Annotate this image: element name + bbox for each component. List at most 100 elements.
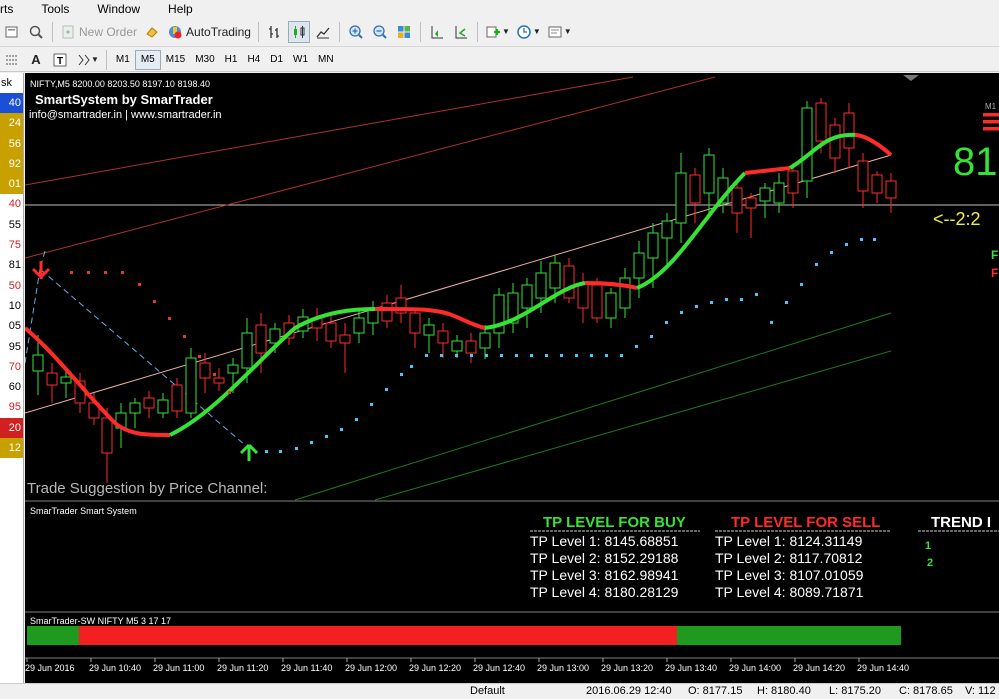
timeframe-m15[interactable]: M15 bbox=[161, 50, 190, 70]
timeframe-m1[interactable]: M1 bbox=[111, 50, 135, 70]
market-watch-row[interactable]: 55 bbox=[0, 215, 23, 235]
buy-stop-dot bbox=[860, 238, 863, 241]
market-watch-row[interactable]: 24 bbox=[0, 113, 23, 134]
candle-body bbox=[199, 362, 211, 379]
market-watch-row[interactable]: 20 bbox=[0, 417, 23, 439]
candle-body bbox=[563, 265, 575, 299]
timeframe-mn[interactable]: MN bbox=[313, 50, 339, 70]
market-watch-row[interactable]: 56 bbox=[0, 133, 23, 154]
menu-window[interactable]: Window bbox=[97, 2, 140, 16]
symbol-header: NIFTY,M5 8200.00 8203.50 8197.10 8198.40 bbox=[30, 79, 210, 89]
chart-shift-icon[interactable] bbox=[426, 21, 448, 43]
new-order-button[interactable]: New Order bbox=[58, 21, 139, 43]
sell-tp-level: TP Level 2: 8117.70812 bbox=[715, 550, 863, 566]
chart-window[interactable]: NIFTY,M5 8200.00 8203.50 8197.10 8198.40… bbox=[25, 73, 999, 683]
market-watch-row[interactable]: 50 bbox=[0, 276, 23, 296]
meta-editor-icon[interactable] bbox=[141, 21, 163, 43]
menu-tools[interactable]: Tools bbox=[41, 2, 69, 16]
buy-tp-level: TP Level 1: 8145.68851 bbox=[530, 533, 679, 549]
buy-stop-dot bbox=[635, 345, 638, 348]
x-axis-label: 29 Jun 12:20 bbox=[409, 663, 461, 673]
timeframe-m30[interactable]: M30 bbox=[190, 50, 219, 70]
candle-body bbox=[759, 187, 771, 202]
candle-body bbox=[549, 262, 561, 289]
candle-body bbox=[437, 330, 449, 344]
buy-stop-dot bbox=[873, 238, 876, 241]
timeframe-w1[interactable]: W1 bbox=[288, 50, 313, 70]
x-axis-label: 29 Jun 2016 bbox=[25, 663, 75, 673]
market-watch-row[interactable]: 40 bbox=[0, 93, 23, 114]
market-watch-row[interactable]: 01 bbox=[0, 174, 23, 195]
menu-help[interactable]: Help bbox=[168, 2, 193, 16]
text-label-icon[interactable]: T bbox=[49, 49, 71, 71]
text-tool-icon[interactable]: A bbox=[25, 49, 47, 71]
market-watch-row[interactable]: 95 bbox=[0, 397, 23, 417]
buy-stop-dot bbox=[665, 321, 668, 324]
fibonacci-icon[interactable] bbox=[1, 49, 23, 71]
drawing-toolbar: A T ▼ M1 M5 M15 M30 H1 H4 D1 W1 MN bbox=[0, 48, 999, 72]
candle-body bbox=[129, 402, 141, 414]
buy-stop-dot bbox=[545, 354, 548, 357]
market-watch-row[interactable]: 95 bbox=[0, 337, 23, 357]
buy-stop-dot bbox=[530, 354, 533, 357]
candle-body bbox=[213, 377, 225, 384]
timeframe-m5[interactable]: M5 bbox=[134, 49, 161, 70]
zoom-search-icon[interactable] bbox=[25, 21, 47, 43]
market-watch-row[interactable]: 70 bbox=[0, 357, 23, 377]
candlestick-icon[interactable] bbox=[287, 20, 310, 43]
candle-body bbox=[885, 180, 897, 199]
menu-charts[interactable]: rts bbox=[0, 2, 13, 16]
buy-stop-dot bbox=[325, 435, 328, 438]
buy-tp-header: TP LEVEL FOR BUY bbox=[543, 514, 686, 531]
indicators-icon[interactable]: ▼ bbox=[483, 21, 512, 43]
x-axis-label: 29 Jun 11:00 bbox=[153, 663, 204, 673]
candle-body bbox=[171, 384, 183, 412]
buy-tp-level: TP Level 4: 8180.28129 bbox=[530, 584, 679, 600]
market-watch-row[interactable]: 05 bbox=[0, 316, 23, 336]
buy-tp-level: TP Level 2: 8152.29188 bbox=[530, 550, 679, 566]
autotrading-label: AutoTrading bbox=[186, 24, 251, 39]
status-close: C: 8178.65 bbox=[899, 685, 953, 697]
zoom-in-icon[interactable] bbox=[345, 21, 367, 43]
templates-icon[interactable]: ▼ bbox=[545, 21, 574, 43]
subwindow1-title: SmarTrader Smart System bbox=[30, 506, 137, 516]
candle-body bbox=[633, 252, 645, 279]
tile-windows-icon[interactable] bbox=[393, 21, 415, 43]
market-watch-row[interactable]: 81 bbox=[0, 255, 23, 275]
market-watch-row[interactable]: 40 bbox=[0, 194, 23, 214]
candle-body bbox=[325, 322, 337, 342]
line-chart-icon[interactable] bbox=[312, 21, 334, 43]
menu-bars-icon bbox=[983, 113, 999, 131]
buy-stop-dot bbox=[560, 354, 563, 357]
timeframe-h4[interactable]: H4 bbox=[242, 50, 265, 70]
sell-stop-dot bbox=[213, 373, 216, 376]
candle-body bbox=[675, 172, 687, 224]
arrows-icon[interactable]: ▼ bbox=[73, 49, 101, 71]
right-signal-green: F bbox=[991, 248, 998, 262]
market-watch-row[interactable]: 75 bbox=[0, 235, 23, 255]
autotrading-button[interactable]: AutoTrading bbox=[165, 21, 253, 43]
buy-stop-dot bbox=[815, 263, 818, 266]
market-watch-row[interactable]: 12 bbox=[0, 438, 23, 459]
profiles-icon[interactable] bbox=[1, 21, 23, 43]
candle-body bbox=[353, 317, 365, 334]
market-watch-panel: sk 40 24 56 92 01 40 55 75 81 50 10 05 95 70 60 95 20 12 bbox=[0, 73, 24, 683]
periods-clock-icon[interactable]: ▼ bbox=[514, 21, 543, 43]
buy-stop-dot bbox=[770, 321, 773, 324]
bar-chart-icon[interactable] bbox=[264, 21, 286, 43]
price-chart[interactable]: NIFTY,M5 8200.00 8203.50 8197.10 8198.40… bbox=[25, 73, 999, 683]
candle-body bbox=[871, 174, 883, 194]
sell-stop-dot bbox=[198, 355, 201, 358]
zoom-out-icon[interactable] bbox=[369, 21, 391, 43]
market-watch-row[interactable]: 10 bbox=[0, 296, 23, 316]
autoscroll-icon[interactable] bbox=[450, 21, 472, 43]
market-watch-row[interactable]: 92 bbox=[0, 153, 23, 175]
timeframe-d1[interactable]: D1 bbox=[265, 50, 288, 70]
candle-body bbox=[185, 357, 197, 414]
candle-body bbox=[479, 332, 491, 349]
candle-body bbox=[773, 182, 785, 204]
sell-stop-dot bbox=[104, 271, 107, 274]
buy-stop-dot bbox=[620, 354, 623, 357]
market-watch-row[interactable]: 60 bbox=[0, 377, 23, 397]
timeframe-h1[interactable]: H1 bbox=[220, 50, 243, 70]
